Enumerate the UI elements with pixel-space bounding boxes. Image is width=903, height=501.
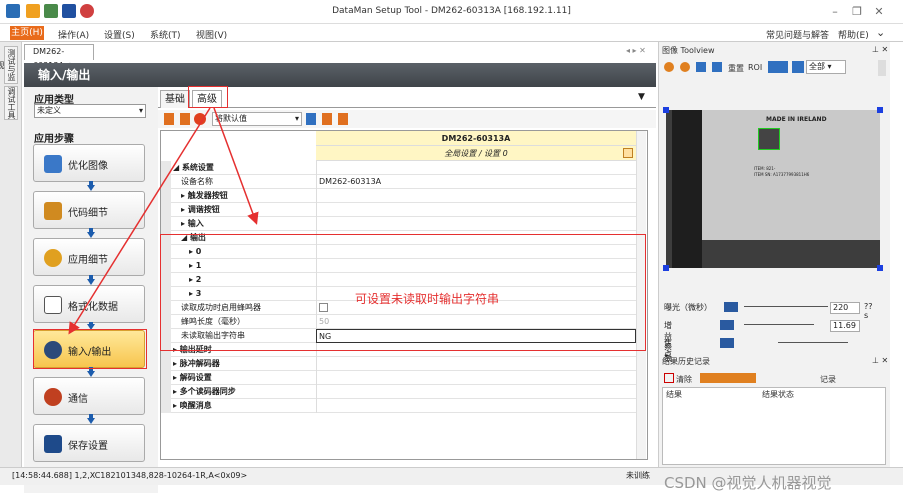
pan-icon[interactable] xyxy=(712,62,722,72)
fit-icon[interactable] xyxy=(696,62,706,72)
display-icon[interactable] xyxy=(768,61,788,73)
roi-handle[interactable] xyxy=(877,107,883,113)
col-result: 结果 xyxy=(666,390,682,399)
exposure-input[interactable]: 220 xyxy=(830,302,860,314)
exposure-label: 曝光（微秒） xyxy=(664,303,712,312)
auto-icon[interactable] xyxy=(720,338,734,348)
results-toolbar-icons[interactable] xyxy=(700,373,756,383)
image-pane-title: 图像 Toolview xyxy=(662,46,715,55)
menu-icon[interactable] xyxy=(878,60,886,76)
col-status: 结果状态 xyxy=(762,390,794,399)
arrow-line xyxy=(68,107,211,335)
view-select[interactable]: 全部 ▾ xyxy=(806,60,846,74)
focus-slider[interactable] xyxy=(778,342,848,343)
status-text: [14:58:44.688] 1,2,XC182101348,828-10264… xyxy=(12,471,248,480)
auto-icon[interactable] xyxy=(720,320,734,330)
arrow-line xyxy=(213,107,259,225)
watermark: CSDN @视觉人机器视觉 xyxy=(664,474,832,492)
roi-button[interactable]: ROI xyxy=(748,63,762,72)
record-button[interactable]: 记录 xyxy=(820,374,836,385)
view-select-value: 全部 xyxy=(809,62,825,71)
overlay-icon[interactable] xyxy=(792,61,804,73)
zoom-in-icon[interactable] xyxy=(664,62,674,72)
image-text: MADE IN IRELAND xyxy=(766,116,827,123)
exposure-unit: ??s xyxy=(864,302,873,320)
auto-icon[interactable] xyxy=(724,302,738,312)
image-text: ITEM: 821- xyxy=(754,166,776,171)
roi-handle[interactable] xyxy=(663,107,669,113)
gain-slider[interactable] xyxy=(744,324,814,325)
exposure-slider[interactable] xyxy=(744,306,828,307)
highlight-box xyxy=(33,329,147,369)
camera-image: MADE IN IRELAND ITEM: 821- ITEM SN: A173… xyxy=(666,110,880,268)
zoom-out-icon[interactable] xyxy=(680,62,690,72)
train-status: 未训练 xyxy=(626,471,650,480)
barcode xyxy=(758,128,780,150)
reset-button[interactable]: 重置 xyxy=(728,63,744,74)
roi-handle[interactable] xyxy=(663,265,669,271)
results-pane-title: 结果历史记录 xyxy=(662,357,710,366)
clear-button[interactable]: 清除 xyxy=(676,374,692,385)
pin-icon[interactable]: ⊥ ✕ xyxy=(872,45,888,54)
gain-input[interactable]: 11.69 xyxy=(830,320,860,332)
clear-icon[interactable] xyxy=(664,373,674,383)
image-text: ITEM SN: A17377993811H6 xyxy=(754,172,810,177)
pin-icon[interactable]: ⊥ ✕ xyxy=(872,356,888,365)
roi-handle[interactable] xyxy=(877,265,883,271)
dark-edge xyxy=(672,110,702,268)
